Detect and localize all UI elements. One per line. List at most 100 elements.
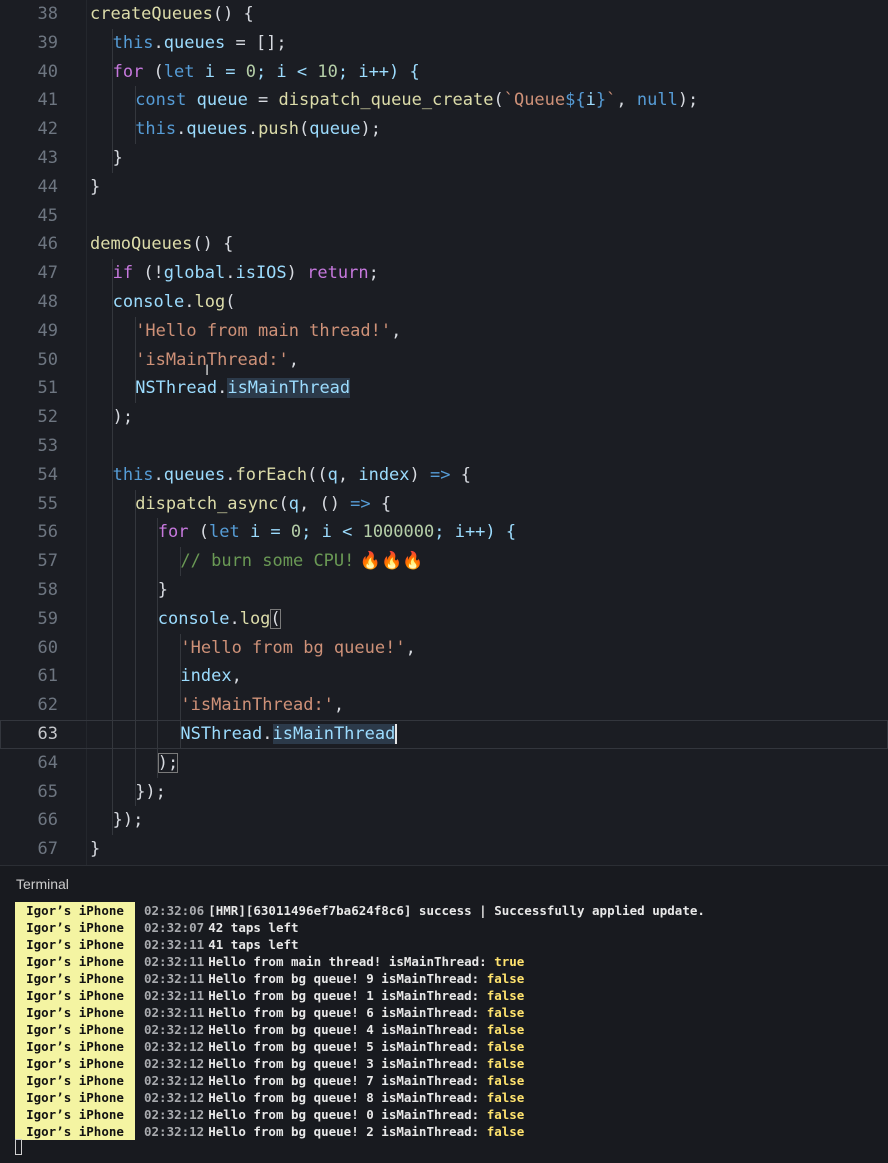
log-timestamp: 02:32:12 <box>144 1107 205 1122</box>
log-message: 42 taps left <box>208 920 299 935</box>
line-number: 62 <box>37 695 58 716</box>
code-text[interactable]: const queue = dispatch_queue_create(`Que… <box>135 86 698 115</box>
code-text[interactable]: ); <box>157 749 179 778</box>
indent-guide <box>134 576 136 605</box>
code-text[interactable]: 'Hello from bg queue!', <box>180 634 415 663</box>
code-text[interactable]: this.queues = []; <box>113 29 287 58</box>
property: isIOS <box>235 263 287 284</box>
code-line[interactable]: 66}); <box>0 806 888 836</box>
code-line[interactable]: 45 <box>0 202 888 231</box>
code-text[interactable]: 'isMainThread:', <box>135 346 299 375</box>
code-text[interactable]: console.log( <box>158 605 281 634</box>
code-text[interactable]: } <box>90 835 100 864</box>
code-text[interactable]: }); <box>113 806 144 835</box>
code-line[interactable]: 58} <box>0 576 888 605</box>
line-number: 48 <box>37 292 58 312</box>
code-text[interactable]: NSThread.isMainThread <box>180 720 397 749</box>
code-line[interactable]: 40 for (let i = 0; i < 10; i++) { <box>0 57 888 87</box>
fire-emoji-text: 🔥🔥🔥 <box>359 551 424 572</box>
variable: ; i < <box>301 522 363 543</box>
code-text[interactable]: for (let i = 0; i < 1000000; i++) { <box>158 518 516 547</box>
property: queues <box>163 32 226 53</box>
punctuation: , <box>231 666 242 687</box>
terminal-panel[interactable]: Terminal Igor’s iPhone 02:32:06 [HMR][6301… <box>0 865 888 1163</box>
code-line[interactable]: 43} <box>0 144 888 173</box>
punctuation: , <box>616 90 637 111</box>
code-text[interactable]: this.queues.push(queue); <box>135 115 381 144</box>
punctuation: . <box>153 32 164 53</box>
code-line[interactable]: 52); <box>0 403 888 432</box>
code-text[interactable]: dispatch_async(q, () => { <box>135 490 391 519</box>
code-line[interactable]: 50 'isMainThread:', <box>0 345 888 375</box>
code-text[interactable]: } <box>90 173 100 202</box>
line-number: 55 <box>37 493 58 514</box>
terminal-output[interactable]: Igor’s iPhone 02:32:06 [HMR][63011496ef7ba… <box>15 902 885 1140</box>
code-line[interactable]: 46 demoQueues() { <box>0 230 888 259</box>
variable: ; i++) { <box>434 522 517 543</box>
code-line[interactable]: 59 console.log( <box>0 604 888 634</box>
code-text[interactable]: if (!global.isIOS) return; <box>113 259 379 288</box>
keyword-this: this <box>135 119 177 140</box>
code-text[interactable]: // burn some CPU! 🔥🔥🔥 <box>180 547 423 576</box>
template-brace: ${ <box>565 90 586 111</box>
code-line[interactable]: 53 <box>0 432 888 461</box>
log-timestamp: 02:32:07 <box>144 920 205 935</box>
code-line[interactable]: 62 'isMainThread:', <box>0 691 888 720</box>
arrow-operator: => <box>350 493 371 514</box>
code-line[interactable]: 51 NSThread.isMainThread <box>0 374 888 404</box>
code-line[interactable]: 56 for (let i = 0; i < 1000000; i++) { <box>0 518 888 548</box>
indent-guide <box>112 748 113 778</box>
indent-guide <box>134 518 136 548</box>
code-editor[interactable]: 38 createQueues() {39 this.queues = []; 40 f… <box>0 0 888 865</box>
terminal-log-row: Igor’s iPhone 02:32:12 Hello from bg queue… <box>15 1021 885 1038</box>
code-line[interactable]: 65}); <box>0 777 888 807</box>
code-text[interactable]: 'isMainThread:', <box>180 691 344 720</box>
log-message: Hello from bg queue! 1 isMainThread: <box>208 988 480 1003</box>
code-line[interactable]: 48 console.log( <box>0 288 888 317</box>
code-text[interactable]: for (let i = 0; i < 10; i++) { <box>113 58 420 87</box>
text-caret <box>395 724 397 744</box>
code-text[interactable]: }); <box>135 778 166 807</box>
code-text[interactable]: this.queues.forEach((q, index) => { <box>113 461 471 490</box>
code-line[interactable]: 64); <box>0 748 888 778</box>
code-text[interactable]: } <box>113 144 123 173</box>
code-line[interactable]: 61 index, <box>0 662 888 692</box>
code-text[interactable]: 'Hello from main thread!', <box>135 317 401 346</box>
code-line[interactable]: 38 createQueues() { <box>0 0 888 29</box>
punctuation: ( <box>493 90 504 111</box>
log-timestamp: 02:32:11 <box>144 937 205 952</box>
code-text[interactable]: console.log( <box>113 288 236 317</box>
code-line[interactable]: 57 // burn some CPU! 🔥🔥🔥 <box>0 547 888 576</box>
punctuation: . <box>153 464 164 485</box>
code-line[interactable]: 44} <box>0 173 888 202</box>
code-text[interactable]: } <box>158 576 168 605</box>
code-line[interactable]: 54 this.queues.forEach((q, index) => { <box>0 460 888 490</box>
code-line[interactable]: 49 'Hello from main thread!', <box>0 316 888 346</box>
code-text[interactable]: createQueues() { <box>90 0 254 29</box>
code-line[interactable]: 47 if (!global.isIOS) return; <box>0 259 888 288</box>
punctuation: ); <box>360 119 381 140</box>
line-number: 53 <box>37 436 58 456</box>
code-text[interactable]: NSThread.isMainThread <box>135 374 351 403</box>
code-line[interactable]: 55 dispatch_async(q, () => { <box>0 489 888 519</box>
indent-guide <box>112 662 113 692</box>
code-line[interactable]: 63 NSThread.isMainThread <box>0 720 888 749</box>
code-text[interactable]: index, <box>180 662 241 691</box>
code-text[interactable]: ); <box>113 403 133 432</box>
line-number: 61 <box>37 666 58 687</box>
log-timestamp: 02:32:12 <box>144 1022 205 1037</box>
keyword-for: for <box>112 61 144 82</box>
code-text[interactable]: demoQueues() { <box>90 230 233 259</box>
code-line[interactable]: 60 'Hello from bg queue!', <box>0 633 888 663</box>
code-line[interactable]: 42 this.queues.push(queue); <box>0 115 888 144</box>
log-message: Hello from bg queue! 4 isMainThread: <box>208 1022 480 1037</box>
function-name: dispatch_async <box>135 493 279 514</box>
code-line[interactable]: 39 this.queues = []; <box>0 28 888 58</box>
log-boolean-value: false <box>486 971 525 986</box>
log-boolean-value: false <box>486 1073 525 1088</box>
device-badge: Igor’s iPhone <box>15 1004 135 1021</box>
code-line[interactable]: 41 const queue = dispatch_queue_create(`Q… <box>0 86 888 116</box>
code-line[interactable]: 67} <box>0 835 888 864</box>
string-literal: 'isMainThread:' <box>135 349 289 370</box>
line-number: 54 <box>37 464 58 485</box>
